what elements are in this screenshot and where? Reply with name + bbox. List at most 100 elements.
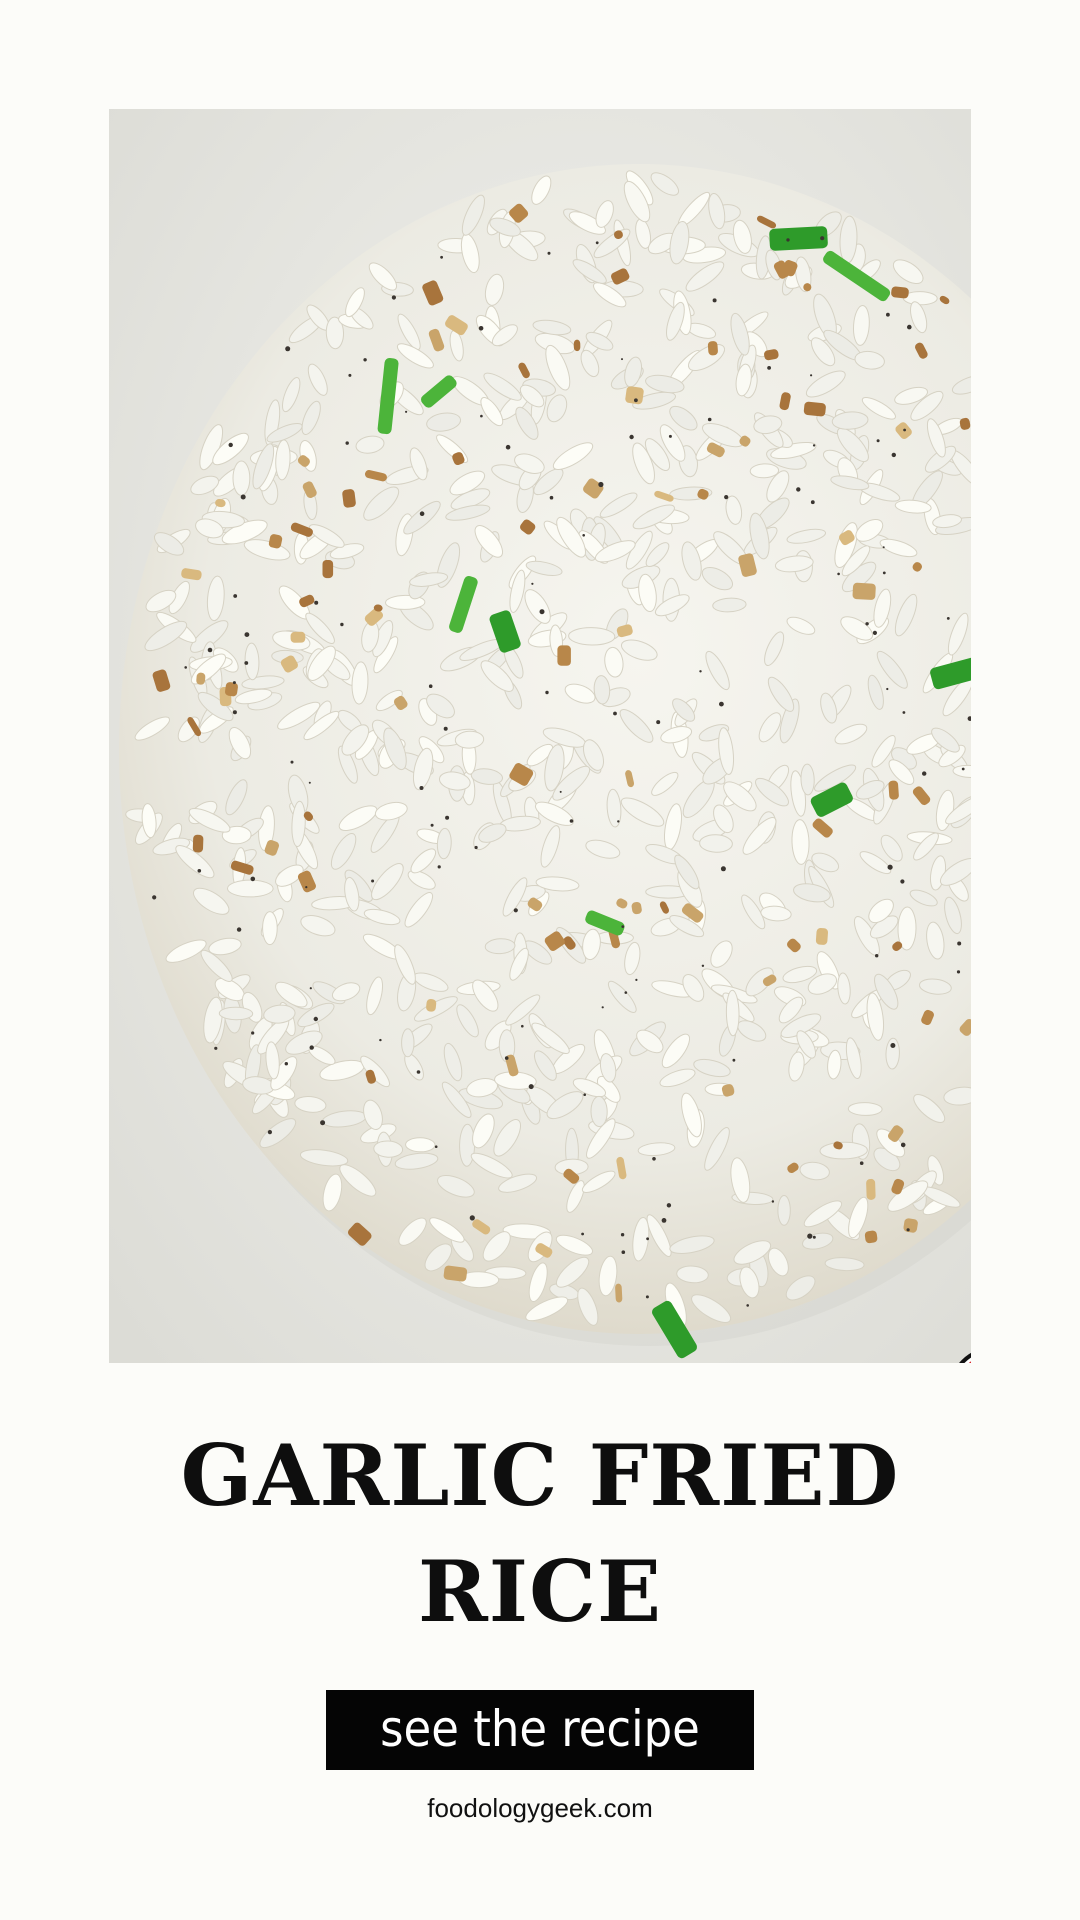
pepper-speck [652, 1157, 656, 1161]
rice-grain [232, 460, 251, 496]
pepper-speck [309, 1045, 314, 1050]
rice-grain [227, 879, 274, 898]
garlic-bit [290, 631, 306, 643]
pepper-speck [236, 927, 242, 932]
pepper-speck [313, 1016, 318, 1022]
pepper-speck [724, 495, 729, 500]
pepper-speck [957, 941, 962, 946]
rice-grain [847, 1102, 883, 1116]
pepper-speck [956, 970, 961, 974]
see-recipe-button[interactable]: see the recipe [326, 1690, 754, 1770]
pepper-speck [837, 572, 840, 576]
pepper-speck [712, 298, 717, 303]
garlic-bit [557, 645, 571, 666]
pepper-speck [379, 1038, 382, 1042]
rice-grain [401, 1028, 415, 1058]
pepper-speck [445, 815, 450, 820]
pepper-speck [900, 879, 905, 884]
pepper-speck [922, 771, 927, 776]
pepper-speck [645, 1295, 649, 1299]
pepper-speck [267, 1130, 272, 1135]
pepper-speck [505, 444, 511, 450]
pepper-speck [437, 865, 441, 869]
pepper-speck [661, 1218, 667, 1223]
pepper-speck [719, 701, 724, 707]
garlic-bit [573, 339, 581, 352]
pepper-speck [886, 687, 889, 691]
pepper-speck [305, 886, 308, 889]
pepper-speck [875, 954, 879, 958]
pepper-speck [513, 908, 518, 913]
pepper-speck [872, 630, 878, 636]
garlic-bit [891, 286, 909, 299]
pepper-speck [621, 358, 623, 361]
recipe-title: GARLIC FRIED RICE [0, 1418, 1080, 1650]
pepper-speck [902, 711, 906, 714]
pepper-speck [207, 647, 213, 653]
pepper-speck [428, 684, 433, 688]
pepper-speck [890, 1043, 896, 1048]
rice-illustration [109, 109, 971, 1363]
pepper-speck [635, 978, 638, 982]
pepper-speck [820, 236, 825, 241]
pepper-speck [419, 786, 424, 790]
garlic-bit [707, 341, 718, 356]
pepper-speck [290, 760, 294, 764]
rice-grain [218, 1006, 254, 1021]
pepper-speck [443, 726, 448, 731]
pepper-speck [363, 358, 367, 362]
green-onion-piece [769, 226, 828, 251]
garlic-bit [903, 1218, 918, 1233]
pepper-speck [668, 434, 672, 438]
pepper-speck [478, 326, 484, 331]
fork-spoon-logo-icon [947, 1345, 971, 1363]
website-url[interactable]: foodologygeek.com [0, 1793, 1080, 1824]
pepper-speck [430, 823, 434, 827]
pepper-speck [617, 820, 620, 823]
pepper-speck [581, 1232, 584, 1236]
rice-grain [590, 1095, 608, 1128]
pepper-speck [666, 1203, 672, 1208]
garlic-bit [192, 834, 204, 853]
pepper-speck [807, 1233, 813, 1239]
pepper-speck [285, 346, 291, 352]
pepper-speck [903, 428, 906, 432]
rice-grain [568, 627, 616, 646]
pepper-speck [528, 1084, 534, 1090]
garlic-bit [443, 1265, 468, 1282]
garlic-bit [625, 386, 644, 405]
pepper-speck [891, 452, 896, 458]
pepper-speck [906, 1228, 910, 1232]
pepper-speck [887, 864, 893, 870]
pepper-speck [598, 481, 604, 488]
pepper-speck [348, 373, 352, 377]
pepper-speck [720, 866, 726, 872]
rice-grain [819, 1141, 868, 1160]
pepper-speck [521, 1024, 524, 1028]
pepper-speck [583, 1093, 586, 1096]
garlic-bit [615, 1283, 623, 1303]
pepper-speck [634, 398, 638, 403]
pepper-speck [900, 1142, 906, 1148]
rice-grain [262, 911, 278, 946]
pepper-speck [233, 594, 238, 598]
garlic-bit [815, 927, 829, 945]
pepper-speck [582, 534, 585, 537]
pepper-speck [405, 410, 408, 413]
rice-grain [405, 1137, 436, 1153]
pepper-speck [480, 414, 483, 418]
pepper-speck [810, 374, 813, 377]
pepper-speck [474, 845, 478, 850]
pepper-speck [621, 1250, 626, 1254]
pepper-speck [545, 690, 549, 695]
pepper-speck [882, 546, 885, 549]
pepper-speck [308, 781, 311, 784]
rice-grain [725, 989, 740, 1037]
pepper-speck [251, 1031, 255, 1035]
pepper-speck [184, 666, 187, 669]
pepper-speck [419, 511, 425, 516]
pepper-speck [656, 720, 661, 725]
pepper-speck [569, 819, 574, 823]
pepper-speck [228, 442, 233, 448]
pepper-speck [547, 251, 551, 255]
